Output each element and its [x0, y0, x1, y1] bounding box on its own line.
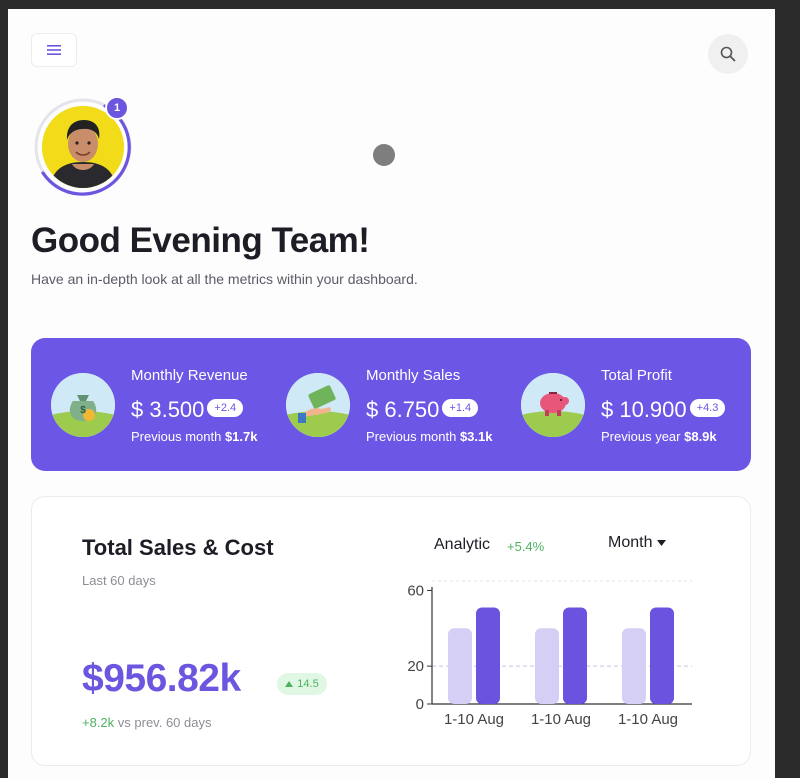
search-button[interactable] — [708, 34, 748, 74]
chart-bar — [476, 607, 500, 704]
stat-value: $ 6.750 +1.4 — [366, 397, 479, 423]
analytic-label: Analytic — [434, 536, 491, 553]
comparison-text: +8.2k vs prev. 60 days — [82, 715, 212, 730]
cursor-indicator — [373, 144, 395, 166]
analytic-change: +5.4% — [507, 539, 545, 554]
stat-change-badge: +1.4 — [442, 399, 479, 418]
search-icon — [720, 46, 736, 62]
money-bag-icon: $ — [51, 373, 115, 437]
stat-previous: Previous year $8.9k — [601, 429, 717, 444]
sales-bar-chart: 0 20 60 1-10 Aug 1-10 Aug 1-10 Aug — [407, 580, 692, 728]
user-avatar[interactable]: 1 — [33, 96, 133, 197]
app-window: 1 Good Evening Team! Have an in-depth lo… — [8, 9, 775, 778]
stat-title: Monthly Revenue — [131, 367, 248, 384]
chart-bar — [650, 607, 674, 704]
page-title: Good Evening Team! — [31, 221, 370, 260]
chart-bar — [622, 628, 646, 704]
hamburger-menu-icon — [47, 45, 61, 55]
caret-down-icon — [657, 540, 667, 546]
stat-value: $ 3.500 +2.4 — [131, 397, 244, 423]
x-tick-label: 1-10 Aug — [618, 711, 678, 728]
stat-monthly-sales[interactable]: Monthly Sales $ 6.750 +1.4 Previous month… — [266, 338, 501, 471]
page-subtitle: Have an in-depth look at all the metrics… — [31, 271, 418, 287]
y-tick-label: 0 — [416, 696, 424, 713]
menu-button[interactable] — [31, 33, 77, 67]
stat-title: Total Profit — [601, 367, 672, 384]
date-range-label: Last 60 days — [82, 573, 156, 588]
sales-total: $956.82k — [82, 657, 241, 700]
period-dropdown[interactable]: Month — [608, 534, 667, 552]
period-dropdown-value: Month — [608, 534, 653, 551]
svg-text:$: $ — [80, 405, 86, 416]
stat-previous: Previous month $1.7k — [131, 429, 258, 444]
stat-previous: Previous month $3.1k — [366, 429, 493, 444]
piggy-bank-icon — [521, 373, 585, 437]
arrow-up-icon — [285, 681, 294, 687]
stat-value: $ 10.900 +4.3 — [601, 397, 726, 423]
chart-bar — [535, 628, 559, 704]
chart-bar — [563, 607, 587, 704]
stat-total-profit[interactable]: Total Profit $ 10.900 +4.3 Previous year … — [501, 338, 751, 471]
y-tick-label: 60 — [407, 582, 424, 599]
stat-change-badge: +2.4 — [207, 399, 244, 418]
stat-title: Monthly Sales — [366, 367, 461, 384]
stat-change-badge: +4.3 — [689, 399, 726, 418]
chart-bar — [448, 628, 472, 704]
stat-monthly-revenue[interactable]: $ Monthly Revenue $ 3.500 +2.4 Previous m… — [31, 338, 266, 471]
sales-cost-card: Total Sales & Cost Last 60 days $956.82k… — [31, 496, 751, 766]
notification-badge: 1 — [105, 96, 129, 120]
change-pill: 14.5 — [277, 673, 327, 695]
card-title: Total Sales & Cost — [82, 535, 274, 560]
hand-cash-icon — [286, 373, 350, 437]
x-tick-label: 1-10 Aug — [444, 711, 504, 728]
x-tick-label: 1-10 Aug — [531, 711, 591, 728]
stats-banner: $ Monthly Revenue $ 3.500 +2.4 Previous m… — [31, 338, 751, 471]
y-tick-label: 20 — [407, 658, 424, 675]
